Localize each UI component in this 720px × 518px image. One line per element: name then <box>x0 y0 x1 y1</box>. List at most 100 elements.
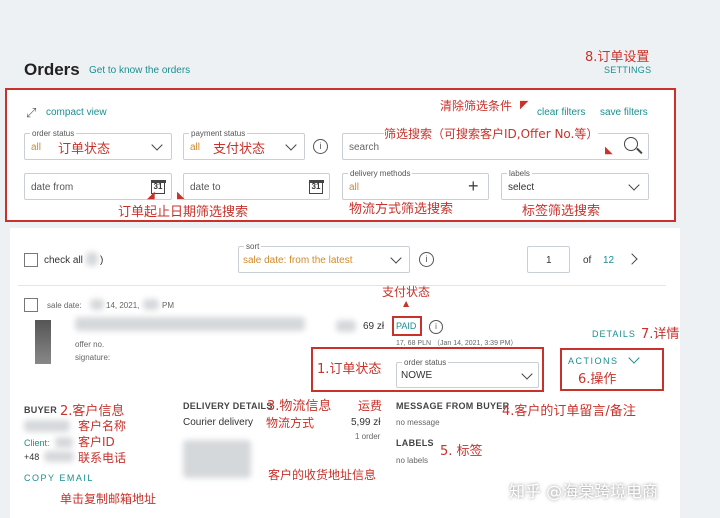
courier-annotation: 物流方式 <box>266 416 315 430</box>
id-annotation: 客户ID <box>78 435 115 449</box>
blurred-name <box>24 420 70 432</box>
date-to-placeholder: date to <box>190 182 221 193</box>
actions-annotation: 6.操作 <box>578 372 617 387</box>
chevron-down-icon <box>390 252 402 264</box>
labels-value: select <box>508 182 535 193</box>
search-icon-handle <box>636 147 643 155</box>
clear-arrow: ◤ <box>520 98 529 111</box>
blurred-count <box>86 252 98 266</box>
date-from-placeholder: date from <box>31 182 74 193</box>
payment-status-value: all <box>190 142 201 153</box>
sort-value: sale date: from the latest <box>243 255 353 266</box>
order-status-dropdown[interactable]: order status NOWE <box>396 358 539 388</box>
blurred-time <box>143 299 159 310</box>
sort-select[interactable]: sort sale date: from the latest <box>238 242 410 273</box>
sale-time-suffix: PM <box>162 301 174 310</box>
sort-label: sort <box>244 242 262 251</box>
search-annotation: 筛选搜索（可搜索客户ID,Offer No.等） <box>384 125 599 142</box>
payment-status-annotation: 支付状态 <box>213 142 266 157</box>
order-status-annotation: 订单状态 <box>58 142 111 157</box>
delivery-methods-value: all <box>349 182 360 193</box>
details-annotation: 7.详情 <box>641 327 680 342</box>
no-labels: no labels <box>396 456 429 465</box>
order-status-annotation: 1.订单状态 <box>317 362 382 377</box>
message-header: MESSAGE FROM BUYER <box>396 401 510 411</box>
signature-label: signature: <box>75 353 111 362</box>
blurred-price <box>336 320 356 332</box>
search-placeholder: search <box>349 142 380 153</box>
know-orders-link[interactable]: Get to know the orders <box>89 65 190 76</box>
client-label: Client: <box>24 438 50 448</box>
blurred-phone <box>44 451 74 462</box>
info-icon[interactable]: i <box>313 139 328 154</box>
payment-arrow: ▲ <box>403 299 410 308</box>
buyer-header: BUYER <box>24 405 58 415</box>
compact-view-link[interactable]: compact view <box>46 107 107 118</box>
total-pages[interactable]: 12 <box>603 255 614 266</box>
labels-header: LABELS <box>396 438 434 448</box>
message-annotation: 4.客户的订单留言/备注 <box>502 404 636 419</box>
page-title: Orders <box>24 60 80 79</box>
blurred-client-id <box>55 437 73 448</box>
delivery-annotation: 物流方式筛选搜索 <box>349 202 454 217</box>
phone-prefix: +48 <box>24 452 40 462</box>
labels-annotation: 标签筛选搜索 <box>522 204 601 219</box>
chevron-down-icon <box>285 139 297 151</box>
calendar-icon[interactable]: 31 <box>308 179 324 194</box>
check-all-checkbox[interactable] <box>24 253 38 267</box>
copy-email-button[interactable]: COPY EMAIL <box>24 473 94 483</box>
check-all-suffix: ) <box>100 255 104 266</box>
watermark: 知乎 @海棠跨境电商 <box>509 482 659 501</box>
date-to-input[interactable]: date to 31 <box>183 173 330 200</box>
address-annotation: 客户的收货地址信息 <box>268 468 377 482</box>
blurred-product <box>75 317 305 331</box>
freight-annotation: 运费 <box>358 399 383 413</box>
paid-badge: PAID <box>396 321 417 331</box>
no-message: no message <box>396 418 440 427</box>
labels-select[interactable]: labels select <box>501 169 649 200</box>
sale-date-label: sale date: <box>47 301 82 310</box>
page-value: 1 <box>546 255 552 266</box>
delivery-methods-label: delivery methods <box>348 169 413 178</box>
offer-no-label: offer no. <box>75 340 105 349</box>
check-all-label[interactable]: check all <box>44 255 83 266</box>
info-icon[interactable]: i <box>429 320 443 334</box>
order-status-label: order status <box>402 358 449 367</box>
blurred-month <box>90 299 104 310</box>
payment-annotation: 支付状态 <box>382 285 431 299</box>
page-input[interactable]: 1 <box>527 246 570 273</box>
date-arrow: ◣ <box>177 190 185 201</box>
labels-annotation: 5. 标签 <box>440 444 483 459</box>
courier-method: Courier delivery <box>183 417 254 428</box>
blurred-address <box>183 440 251 478</box>
settings-annotation: 8.订单设置 <box>585 50 650 65</box>
settings-link[interactable]: SETTINGS <box>604 65 651 75</box>
date-arrow: ◢ <box>147 190 155 201</box>
details-link[interactable]: DETAILS <box>592 329 636 339</box>
sale-date-value: 14, 2021, <box>106 301 140 310</box>
search-arrow: ◣ <box>605 145 613 156</box>
delivery-methods-select[interactable]: delivery methods all + <box>342 169 489 200</box>
labels-label: labels <box>507 169 532 178</box>
payment-status-label: payment status <box>189 129 248 138</box>
save-filters-button[interactable]: save filters <box>600 107 648 118</box>
delivery-annotation: 3.物流信息 <box>267 399 332 414</box>
compact-view-icon[interactable]: ⤢ <box>26 105 36 121</box>
clear-filters-annotation: 清除筛选条件 <box>440 99 513 113</box>
of-label: of <box>583 255 592 266</box>
copy-annotation: 单击复制邮箱地址 <box>60 492 157 506</box>
plus-icon[interactable]: + <box>468 176 479 197</box>
product-thumbnail <box>35 320 51 364</box>
name-annotation: 客户名称 <box>78 419 127 433</box>
actions-button[interactable]: ACTIONS <box>568 356 619 366</box>
clear-filters-button[interactable]: clear filters <box>537 107 585 118</box>
chevron-down-icon <box>521 368 533 380</box>
phone-annotation: 联系电话 <box>78 451 127 465</box>
delivery-details-header: DELIVERY DETAILS <box>183 401 273 411</box>
freight-count: 1 order <box>355 432 381 441</box>
order-status-label: order status <box>30 129 77 138</box>
info-icon[interactable]: i <box>419 252 434 267</box>
order-checkbox[interactable] <box>24 298 38 312</box>
price: 69 zł <box>363 321 385 332</box>
chevron-down-icon <box>628 179 640 191</box>
